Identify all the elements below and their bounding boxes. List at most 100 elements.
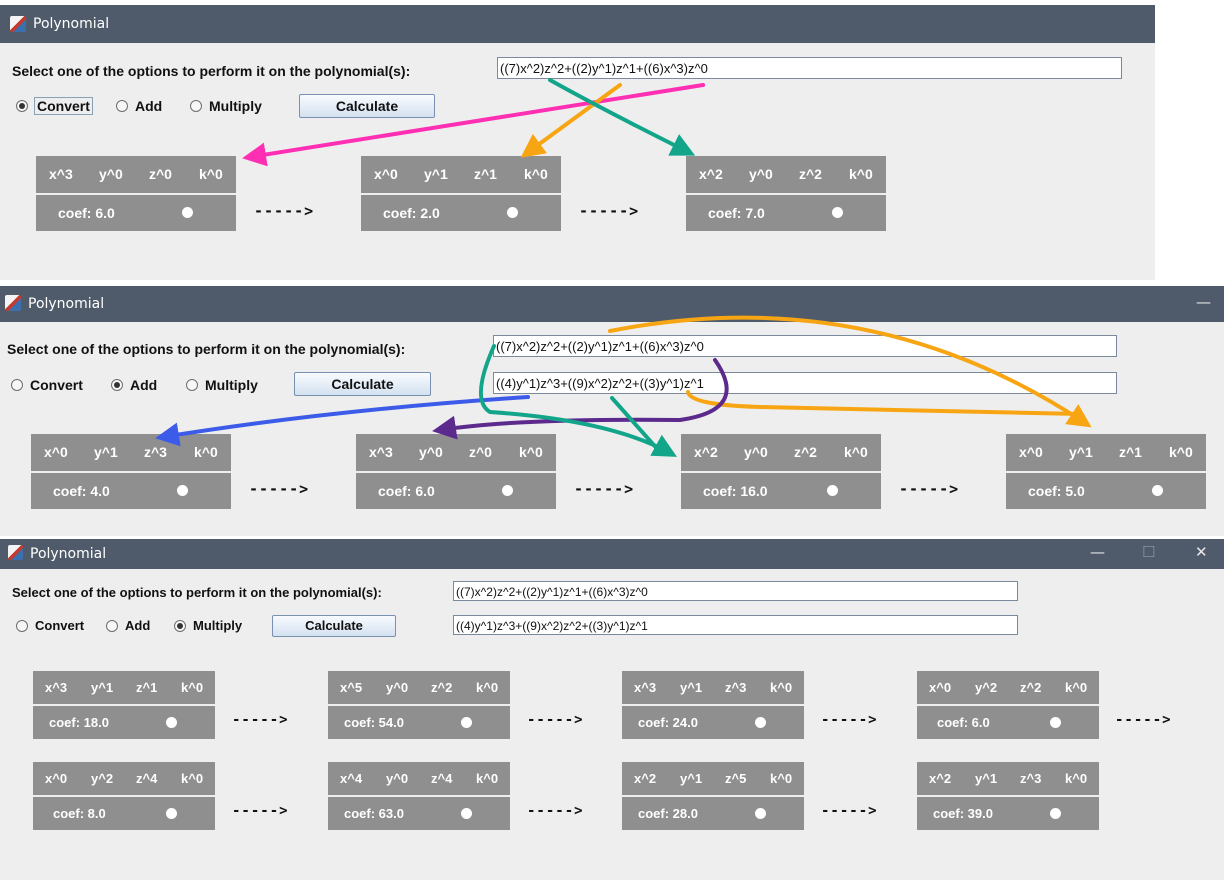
- radio-label: Convert: [35, 618, 85, 633]
- window-title: Polynomial: [33, 16, 110, 32]
- close-icon[interactable]: ✕: [1195, 543, 1208, 561]
- link-dot-icon: [166, 808, 177, 819]
- k-exponent: k^0: [476, 680, 499, 695]
- polynomial-input-2[interactable]: ((4)y^1)z^3+((9)x^2)z^2+((3)y^1)z^1: [453, 615, 1018, 635]
- x-exponent: x^2: [929, 771, 952, 786]
- title-bar: Polynomial: [0, 5, 1155, 43]
- x-exponent: x^4: [340, 771, 363, 786]
- link-arrow: ----->: [232, 712, 289, 728]
- x-exponent: x^3: [369, 444, 393, 460]
- polynomial-input-1[interactable]: ((7)x^2)z^2+((2)y^1)z^1+((6)x^3)z^0: [493, 335, 1117, 357]
- app-icon: [8, 545, 23, 560]
- radio-multiply[interactable]: Multiply: [190, 98, 262, 114]
- window-title: Polynomial: [28, 296, 105, 312]
- app-icon: [5, 295, 21, 311]
- link-dot-icon: [182, 207, 193, 218]
- link-dot-icon: [755, 717, 766, 728]
- k-exponent: k^0: [181, 680, 204, 695]
- link-arrow: ----->: [821, 803, 878, 819]
- x-exponent: x^2: [699, 166, 723, 182]
- z-exponent: z^4: [431, 771, 453, 786]
- radio-selected-icon: [111, 379, 123, 391]
- radio-add[interactable]: Add: [116, 98, 162, 114]
- window-multiply: Polynomial — ☐ ✕ Select one of the optio…: [0, 539, 1224, 880]
- coefficient: coef: 8.0: [53, 806, 106, 821]
- y-exponent: y^2: [91, 771, 114, 786]
- link-arrow: ----->: [574, 480, 635, 498]
- coefficient: coef: 2.0: [383, 205, 440, 221]
- coefficient: coef: 16.0: [703, 483, 768, 499]
- z-exponent: z^3: [144, 444, 167, 460]
- link-arrow: ----->: [527, 803, 584, 819]
- coefficient: coef: 63.0: [344, 806, 404, 821]
- y-exponent: y^0: [419, 444, 443, 460]
- k-exponent: k^0: [199, 166, 223, 182]
- radio-add[interactable]: Add: [111, 377, 157, 393]
- radio-convert[interactable]: Convert: [11, 377, 83, 393]
- polynomial-input-1[interactable]: ((7)x^2)z^2+((2)y^1)z^1+((6)x^3)z^0: [453, 581, 1018, 601]
- term-node: x^3 y^1 z^3 k^0 coef: 24.0: [622, 671, 804, 739]
- y-exponent: y^1: [680, 771, 703, 786]
- minimize-icon[interactable]: —: [1196, 293, 1211, 311]
- z-exponent: z^0: [469, 444, 492, 460]
- maximize-icon[interactable]: ☐: [1142, 543, 1155, 561]
- k-exponent: k^0: [519, 444, 543, 460]
- radio-convert[interactable]: Convert: [16, 97, 93, 115]
- prompt-label: Select one of the options to perform it …: [12, 585, 382, 600]
- calculate-button[interactable]: Calculate: [272, 615, 396, 637]
- radio-selected-icon: [174, 619, 186, 632]
- coefficient: coef: 54.0: [344, 715, 404, 730]
- term-node: x^2 y^0 z^2 k^0 coef: 16.0: [681, 434, 881, 509]
- k-exponent: k^0: [1169, 444, 1193, 460]
- coefficient: coef: 6.0: [937, 715, 990, 730]
- x-exponent: x^0: [929, 680, 952, 695]
- y-exponent: y^0: [386, 771, 409, 786]
- coefficient: coef: 4.0: [53, 483, 110, 499]
- z-exponent: z^1: [136, 680, 158, 695]
- polynomial-input-1[interactable]: ((7)x^2)z^2+((2)y^1)z^1+((6)x^3)z^0: [497, 57, 1122, 79]
- z-exponent: z^4: [136, 771, 158, 786]
- link-arrow: ----->: [579, 202, 640, 220]
- k-exponent: k^0: [770, 771, 793, 786]
- term-node: x^2 y^1 z^5 k^0 coef: 28.0: [622, 762, 804, 830]
- y-exponent: y^0: [386, 680, 409, 695]
- y-exponent: y^1: [1069, 444, 1093, 460]
- term-node: x^0 y^1 z^3 k^0 coef: 4.0: [31, 434, 231, 509]
- z-exponent: z^2: [1020, 680, 1042, 695]
- link-dot-icon: [507, 207, 518, 218]
- calculate-button[interactable]: Calculate: [294, 372, 431, 396]
- x-exponent: x^5: [340, 680, 363, 695]
- x-exponent: x^0: [44, 444, 68, 460]
- coefficient: coef: 5.0: [1028, 483, 1085, 499]
- x-exponent: x^0: [1019, 444, 1043, 460]
- link-arrow: ----->: [232, 803, 289, 819]
- term-node: x^5 y^0 z^2 k^0 coef: 54.0: [328, 671, 510, 739]
- term-node: x^4 y^0 z^4 k^0 coef: 63.0: [328, 762, 510, 830]
- radio-label: Convert: [30, 377, 83, 393]
- radio-add[interactable]: Add: [106, 618, 150, 633]
- radio-multiply[interactable]: Multiply: [186, 377, 258, 393]
- polynomial-input-2[interactable]: ((4)y^1)z^3+((9)x^2)z^2+((3)y^1)z^1: [493, 372, 1117, 394]
- k-exponent: k^0: [1065, 771, 1088, 786]
- link-dot-icon: [827, 485, 838, 496]
- radio-convert[interactable]: Convert: [16, 618, 84, 633]
- minimize-icon[interactable]: —: [1090, 543, 1105, 561]
- link-dot-icon: [177, 485, 188, 496]
- radio-multiply[interactable]: Multiply: [174, 618, 242, 633]
- link-arrow: ----->: [899, 480, 960, 498]
- link-arrow: ----->: [527, 712, 584, 728]
- link-arrow: ----->: [821, 712, 878, 728]
- term-node: x^0 y^1 z^1 k^0 coef: 5.0: [1006, 434, 1206, 509]
- x-exponent: x^0: [45, 771, 68, 786]
- calculate-button[interactable]: Calculate: [299, 94, 435, 118]
- link-dot-icon: [166, 717, 177, 728]
- prompt-label: Select one of the options to perform it …: [12, 63, 411, 79]
- z-exponent: z^2: [799, 166, 822, 182]
- z-exponent: z^2: [431, 680, 453, 695]
- link-dot-icon: [755, 808, 766, 819]
- coefficient: coef: 28.0: [638, 806, 698, 821]
- y-exponent: y^1: [975, 771, 998, 786]
- radio-label: Multiply: [193, 618, 243, 633]
- y-exponent: y^1: [424, 166, 448, 182]
- coefficient: coef: 7.0: [708, 205, 765, 221]
